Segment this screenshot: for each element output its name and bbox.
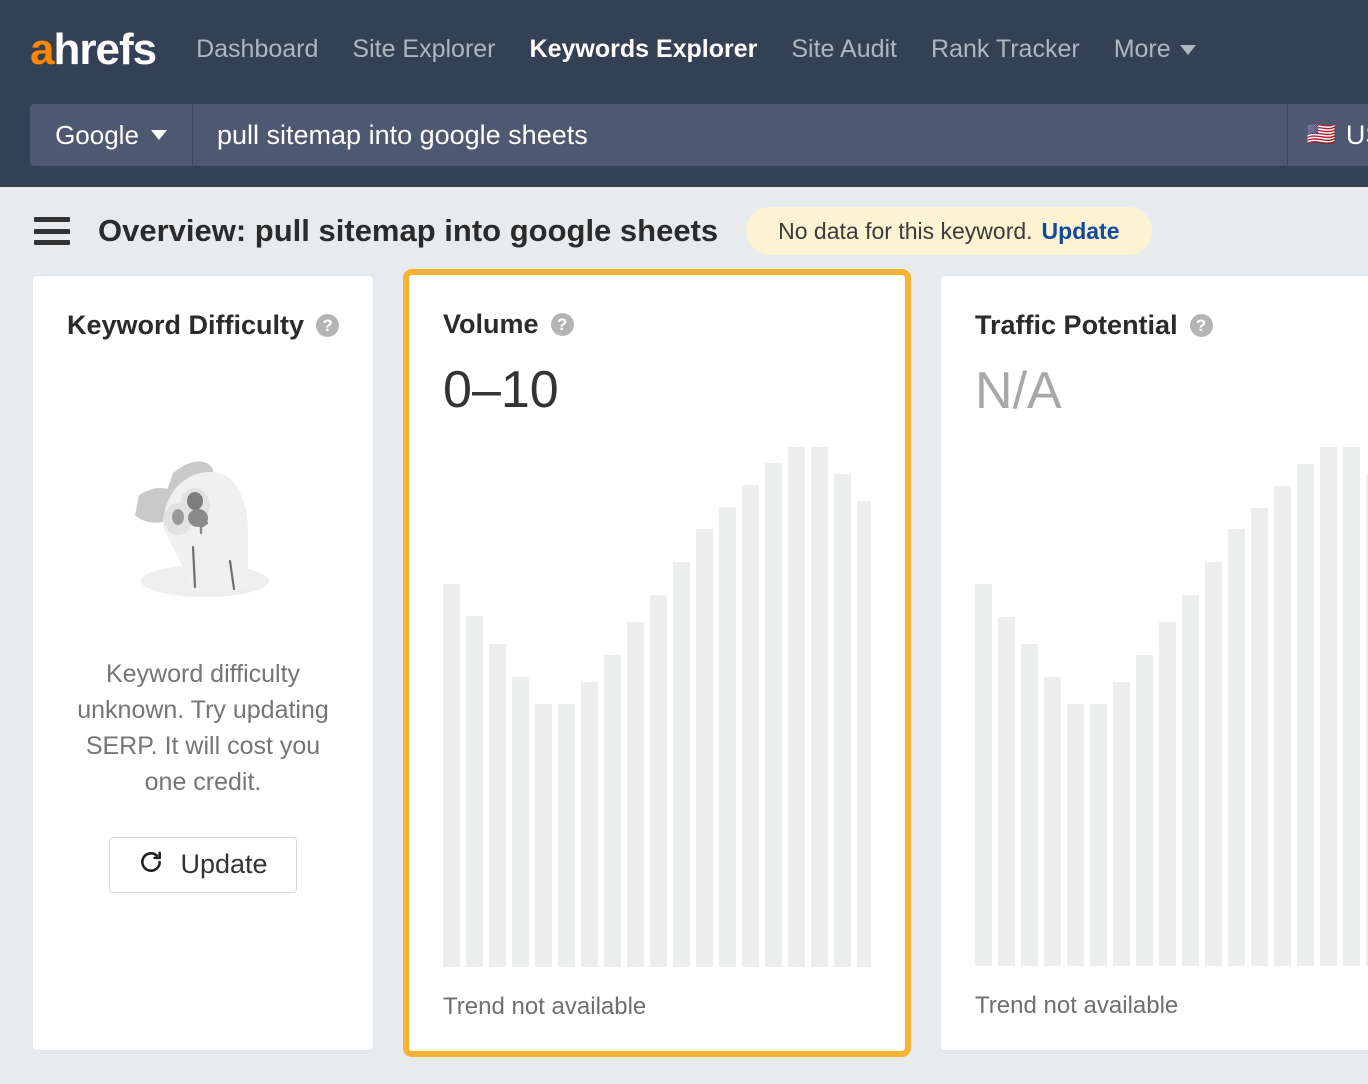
chart-bar [1320, 447, 1338, 966]
search-input[interactable] [217, 119, 1287, 151]
chart-bar [1113, 682, 1131, 966]
help-circle-icon[interactable]: ? [316, 314, 340, 337]
volume-trend-note: Trend not available [443, 993, 647, 1020]
card-keyword-difficulty: Keyword Difficulty ? Keyword difficulty … [32, 275, 375, 1051]
traffic-potential-value: N/A [975, 362, 1062, 420]
card-volume: Volume ? 0–10 Trend not available [403, 269, 912, 1057]
no-data-message: No data for this keyword. [778, 217, 1033, 244]
chart-bar [719, 506, 737, 967]
country-label: US [1345, 119, 1368, 150]
top-navigation-bar: ahrefs Dashboard Site Explorer Keywords … [0, 0, 1368, 187]
chart-bar [535, 704, 553, 967]
page-title: Overview: pull sitemap into google sheet… [98, 213, 719, 248]
keyword-difficulty-empty-state: Keyword difficulty unknown. Try updating… [33, 341, 373, 1050]
hamburger-bar [34, 228, 70, 234]
nav-links-row: ahrefs Dashboard Site Explorer Keywords … [0, 0, 1368, 99]
chart-bar [443, 583, 461, 967]
chart-bar [811, 446, 829, 967]
search-input-container [193, 104, 1288, 166]
chart-bar [1251, 507, 1269, 966]
chart-bar [1067, 704, 1085, 966]
card-title-row: Volume ? [443, 309, 871, 340]
chart-bar [604, 654, 622, 967]
chart-bar [489, 643, 507, 967]
us-flag-icon: 🇺🇸 [1306, 121, 1336, 148]
chart-bar [788, 446, 806, 967]
chart-bar [1205, 562, 1223, 966]
chart-bar [857, 501, 872, 967]
update-button-label: Update [180, 849, 268, 879]
chevron-down-icon [1179, 44, 1196, 55]
chart-bar [1044, 676, 1062, 966]
help-circle-icon[interactable]: ? [1189, 314, 1213, 337]
chart-bar [696, 528, 714, 967]
chart-bar [834, 473, 852, 967]
chart-bar [998, 616, 1016, 966]
chart-bar [1159, 622, 1177, 966]
card-title-label: Traffic Potential [975, 310, 1178, 340]
card-keyword-difficulty-header: Keyword Difficulty ? [33, 276, 373, 341]
chart-bar [765, 463, 783, 967]
chart-bar [1090, 704, 1108, 966]
chart-bar [975, 583, 993, 966]
nav-item-site-explorer[interactable]: Site Explorer [352, 35, 495, 64]
nav-item-keywords-explorer[interactable]: Keywords Explorer [530, 35, 758, 64]
chart-bar [1297, 463, 1315, 966]
page-header: Overview: pull sitemap into google sheet… [0, 187, 1368, 275]
nav-more-label: More [1113, 35, 1171, 63]
search-bar: Google 🇺🇸 US [30, 104, 1368, 166]
card-title-label: Keyword Difficulty [67, 310, 305, 340]
volume-trend-chart [443, 419, 872, 967]
nav-item-more[interactable]: More [1114, 35, 1196, 64]
chart-bar [466, 616, 484, 967]
metric-cards-row: Keyword Difficulty ? Keyword difficulty … [0, 269, 1368, 1057]
nav-item-dashboard[interactable]: Dashboard [196, 35, 318, 64]
hamburger-bar [34, 217, 70, 222]
refresh-icon [138, 849, 164, 880]
banner-update-link[interactable]: Update [1042, 218, 1120, 245]
hamburger-bar [34, 240, 70, 245]
ahrefs-logo[interactable]: ahrefs [30, 24, 157, 74]
chart-bar [1343, 447, 1361, 966]
card-title-row: Keyword Difficulty ? [67, 310, 340, 341]
chart-bar [1274, 485, 1292, 966]
search-engine-select[interactable]: Google [30, 104, 193, 166]
update-button[interactable]: Update [109, 836, 297, 893]
keyword-difficulty-empty-message: Keyword difficulty unknown. Try updating… [77, 659, 329, 797]
chart-bar [558, 704, 576, 967]
card-volume-header: Volume ? 0–10 [409, 275, 905, 419]
chart-bar [1136, 654, 1154, 966]
nav-item-site-audit[interactable]: Site Audit [791, 35, 897, 64]
search-engine-label: Google [55, 119, 139, 150]
no-data-banner: No data for this keyword. Update [746, 207, 1152, 255]
hamburger-icon[interactable] [34, 217, 70, 245]
traffic-potential-trend-note: Trend not available [975, 992, 1179, 1019]
chart-bar [673, 561, 691, 967]
chevron-down-icon [150, 130, 167, 140]
dog-mascot-illustration [117, 439, 289, 616]
chart-bar [1228, 529, 1246, 966]
card-traffic-potential: Traffic Potential ? N/A Trend not availa… [940, 275, 1368, 1051]
country-select[interactable]: 🇺🇸 US [1288, 104, 1368, 166]
chart-bar [1021, 643, 1039, 966]
help-circle-icon[interactable]: ? [550, 313, 574, 336]
chart-bar [581, 682, 599, 967]
card-traffic-potential-header: Traffic Potential ? N/A [941, 276, 1368, 420]
chart-bar [512, 676, 530, 967]
nav-item-rank-tracker[interactable]: Rank Tracker [931, 35, 1080, 64]
chart-bar [627, 621, 645, 967]
card-title-row: Traffic Potential ? [975, 310, 1368, 341]
logo-text-rest: hrefs [53, 24, 157, 74]
chart-bar [650, 594, 668, 967]
card-title-label: Volume [443, 309, 539, 339]
chart-bar [742, 484, 760, 967]
logo-letter-a: a [30, 24, 55, 74]
traffic-potential-trend-chart [975, 420, 1368, 966]
volume-value: 0–10 [443, 361, 559, 419]
chart-bar [1182, 594, 1200, 966]
